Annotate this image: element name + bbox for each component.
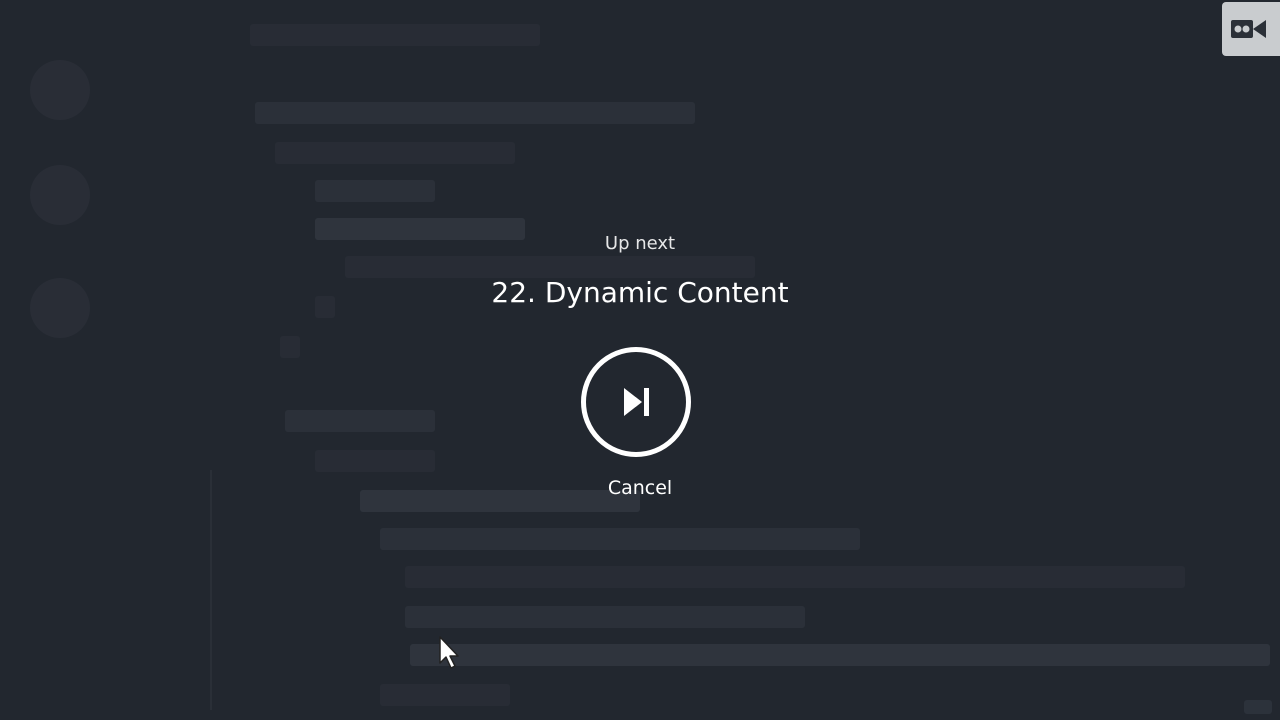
skip-next-icon xyxy=(624,388,649,416)
mouse-pointer-icon xyxy=(439,636,459,669)
watermark-logo xyxy=(1244,700,1272,714)
video-player: Up next 22. Dynamic Content Cancel xyxy=(0,0,1280,720)
up-next-label: Up next xyxy=(604,233,676,254)
play-next-button[interactable] xyxy=(581,347,691,457)
cancel-button[interactable]: Cancel xyxy=(590,477,690,499)
next-lecture-title: 22. Dynamic Content xyxy=(491,276,789,309)
up-next-overlay: Up next 22. Dynamic Content Cancel xyxy=(0,0,1280,720)
